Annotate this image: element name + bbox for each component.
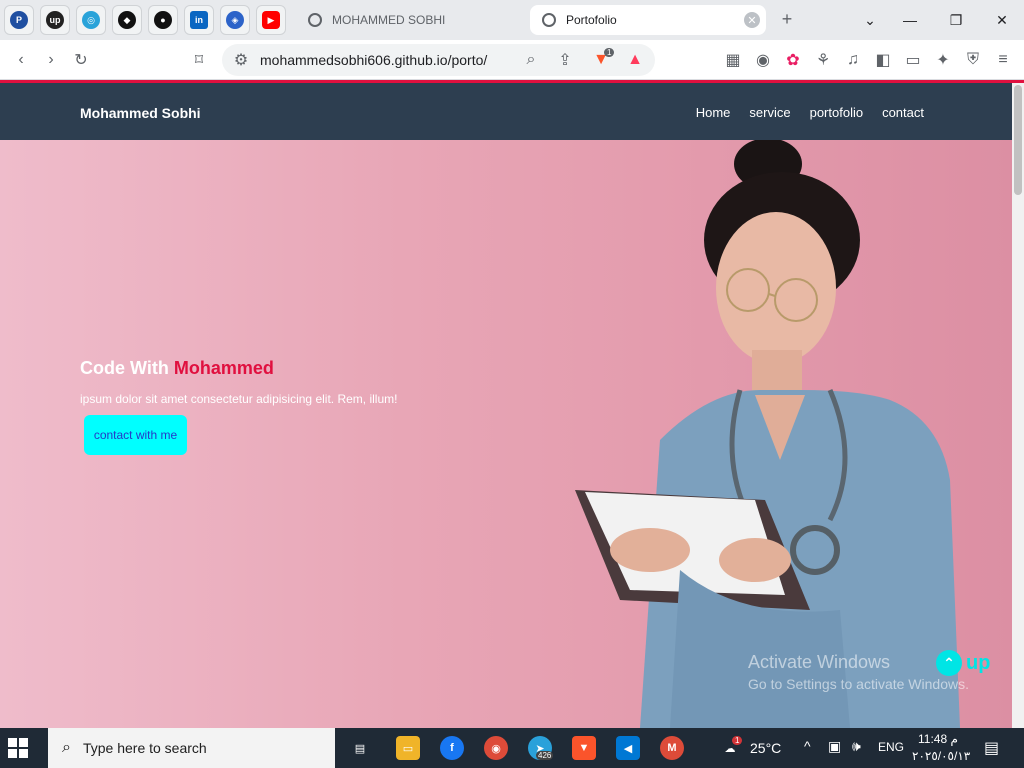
zoom-icon[interactable]: ⌕ xyxy=(520,49,542,71)
clock-time[interactable]: 11:48 م xyxy=(918,732,958,746)
hero-section: Code With Mohammed ipsum dolor sit amet … xyxy=(0,140,1012,728)
minimize-button[interactable]: — xyxy=(898,8,922,32)
clock-date[interactable]: ٢٠٢٥/٠٥/١٣ xyxy=(912,749,970,763)
bookmark-icon[interactable]: ⌑ xyxy=(188,49,210,71)
wallet-icon[interactable]: ▭ xyxy=(902,49,924,71)
site-settings-icon[interactable]: ⚙ xyxy=(230,49,252,71)
media-icon[interactable]: ♫ xyxy=(842,49,864,71)
extensions-puzzle-icon[interactable]: ⚘ xyxy=(812,49,834,71)
tab-title: Portofolio xyxy=(566,13,617,27)
pinned-tab-github[interactable]: ● xyxy=(148,5,178,35)
language-indicator[interactable]: ENG xyxy=(878,740,904,754)
pinned-tab-paypal[interactable]: P xyxy=(4,5,34,35)
tray-chevron-icon[interactable]: ^ xyxy=(804,738,811,754)
scrollbar-thumb[interactable] xyxy=(1014,85,1022,195)
close-window-button[interactable]: ✕ xyxy=(990,8,1014,32)
browser-window: P up ◎ ◆ ● in ◈ ▶ MOHAMMED SOBHI Portofo… xyxy=(0,0,1024,728)
nav-home[interactable]: Home xyxy=(696,105,731,120)
upwork-icon: up xyxy=(46,11,64,29)
up-label: up xyxy=(966,651,991,674)
hero-title-prefix: Code With xyxy=(80,358,174,378)
volume-icon[interactable]: 🕪 xyxy=(852,738,861,755)
hero-person-image xyxy=(575,140,960,728)
pinned-tab-green[interactable]: ◆ xyxy=(112,5,142,35)
back-arrow-icon[interactable]: ‹ xyxy=(10,49,32,71)
leaf-app-icon: ◆ xyxy=(118,11,136,29)
nav-service[interactable]: service xyxy=(749,105,790,120)
nav-links: Home service portofolio contact xyxy=(696,105,924,120)
activate-windows-subtitle: Go to Settings to activate Windows. xyxy=(748,676,969,692)
hero-subtitle: ipsum dolor sit amet consectetur adipisi… xyxy=(80,392,398,406)
windows-start-icon[interactable] xyxy=(8,738,28,758)
search-placeholder[interactable]: Type here to search xyxy=(83,740,207,756)
sidebar-icon[interactable]: ◧ xyxy=(872,49,894,71)
share-icon[interactable]: ⇪ xyxy=(554,49,576,71)
search-icon: ⌕ xyxy=(62,739,71,756)
github-icon: ● xyxy=(154,11,172,29)
browser-toolbar: ‹ › ↻ ⌑ ⚙ mohammedsobhi606.github.io/por… xyxy=(0,40,1024,80)
hero-title: Code With Mohammed xyxy=(80,358,274,379)
pinned-tab-shield[interactable]: ◈ xyxy=(220,5,250,35)
notification-icon[interactable]: ▤ xyxy=(984,738,999,758)
shield-app-icon: ◈ xyxy=(226,11,244,29)
page-scrollbar[interactable] xyxy=(1012,83,1024,728)
color-picker-icon[interactable]: ✿ xyxy=(782,49,804,71)
pinned-tab-youtube[interactable]: ▶ xyxy=(256,5,286,35)
nav-contact[interactable]: contact xyxy=(882,105,924,120)
brave-rewards-icon[interactable]: ▲ xyxy=(624,49,646,71)
telegram-badge: 426 xyxy=(536,751,554,760)
chevron-up-icon: ⌃ xyxy=(936,650,962,676)
forward-arrow-icon[interactable]: › xyxy=(40,49,62,71)
nav-portofolio[interactable]: portofolio xyxy=(810,105,863,120)
chrome-icon[interactable]: ◉ xyxy=(484,736,508,760)
taskbar-search[interactable]: ⌕ Type here to search xyxy=(48,728,335,768)
youtube-icon: ▶ xyxy=(262,11,280,29)
vpn-icon[interactable]: ⛨ xyxy=(962,49,984,71)
pinned-tab-upwork[interactable]: up xyxy=(40,5,70,35)
contact-button[interactable]: contact with me xyxy=(84,415,187,455)
windows-taskbar: ⌕ Type here to search ▤ ▭ f ◉ ➤ 426 ▼ ◀ … xyxy=(0,728,1024,768)
facebook-icon[interactable]: f xyxy=(440,736,464,760)
restore-button[interactable]: ❐ xyxy=(944,8,968,32)
tab-strip: P up ◎ ◆ ● in ◈ ▶ MOHAMMED SOBHI Portofo… xyxy=(0,0,1024,40)
task-view-icon[interactable]: ▤ xyxy=(348,736,372,760)
linkedin-icon: in xyxy=(190,11,208,29)
pinned-tab-linkedin[interactable]: in xyxy=(184,5,214,35)
site-navbar: Mohammed Sobhi Home service portofolio c… xyxy=(0,83,1012,140)
network-icon[interactable]: ▣ xyxy=(828,738,841,755)
menu-icon[interactable]: ≡ xyxy=(992,49,1014,71)
address-bar[interactable]: ⚙ mohammedsobhi606.github.io/porto/ ⌕ ⇪ … xyxy=(222,44,655,76)
extension-icon[interactable]: ▦ xyxy=(722,49,744,71)
chrome-profile-icon[interactable]: M xyxy=(660,736,684,760)
circle-app-icon: ◎ xyxy=(82,11,100,29)
tab-search-chevron-icon[interactable]: ⌄ xyxy=(858,8,882,32)
hero-title-accent: Mohammed xyxy=(173,358,274,378)
extension-icon[interactable]: ◉ xyxy=(752,49,774,71)
globe-icon xyxy=(542,13,556,27)
url-text[interactable]: mohammedsobhi606.github.io/porto/ xyxy=(260,52,487,68)
file-explorer-icon[interactable]: ▭ xyxy=(396,736,420,760)
brave-shields-badge: 1 xyxy=(604,48,615,57)
web-page: Mohammed Sobhi Home service portofolio c… xyxy=(0,83,1012,728)
close-tab-icon[interactable]: ✕ xyxy=(744,12,760,28)
new-tab-button[interactable]: + xyxy=(776,8,798,30)
tab-portofolio[interactable]: Portofolio ✕ xyxy=(530,5,766,35)
leo-ai-icon[interactable]: ✦ xyxy=(932,49,954,71)
tab-mohammed-sobhi[interactable]: MOHAMMED SOBHI xyxy=(296,5,524,35)
vscode-icon[interactable]: ◀ xyxy=(616,736,640,760)
tab-title: MOHAMMED SOBHI xyxy=(332,13,446,27)
scroll-up-button[interactable]: ⌃ up xyxy=(936,650,990,676)
site-brand[interactable]: Mohammed Sobhi xyxy=(80,105,201,121)
globe-icon xyxy=(308,13,322,27)
activate-windows-title: Activate Windows xyxy=(748,652,891,672)
paypal-icon: P xyxy=(10,11,28,29)
brave-icon[interactable]: ▼ xyxy=(572,736,596,760)
temperature[interactable]: 25°C xyxy=(750,740,781,756)
pinned-tab-circle[interactable]: ◎ xyxy=(76,5,106,35)
reload-icon[interactable]: ↻ xyxy=(70,49,92,71)
